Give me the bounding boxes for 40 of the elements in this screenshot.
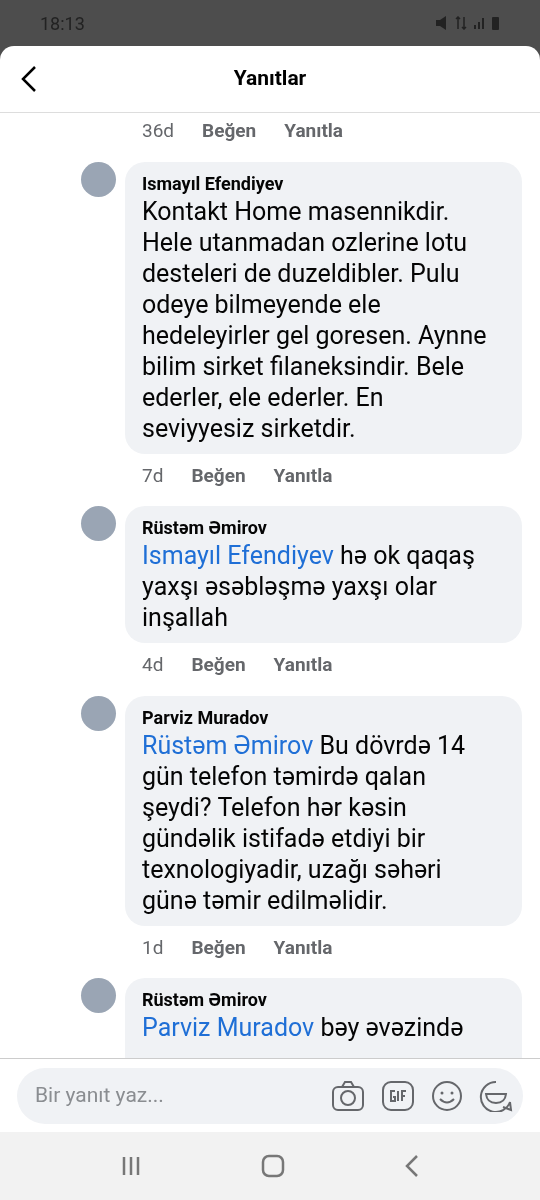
comment-author[interactable]: Rüstəm Əmirov (142, 516, 500, 540)
battery-icon (491, 15, 500, 31)
reply-link[interactable]: Yanıtla (273, 461, 333, 490)
like-link[interactable]: Beğen (202, 117, 257, 146)
reply-link[interactable]: Yanıtla (273, 651, 333, 680)
avatar-placeholder[interactable] (81, 506, 116, 541)
comment-text: Parviz Muradov bəy əvəzində (142, 1012, 465, 1043)
avatar-placeholder[interactable] (81, 695, 116, 731)
back-icon[interactable] (20, 65, 38, 93)
comment-time: 1d (142, 934, 164, 961)
avatar-placeholder[interactable] (81, 978, 116, 1013)
mention-link[interactable]: Ismayıl Efendiyev (142, 541, 334, 570)
comment-author[interactable]: Ismayıl Efendiyev (142, 171, 500, 196)
like-link[interactable]: Beğen (191, 933, 246, 962)
home-icon[interactable] (261, 1154, 285, 1178)
comment-time: 7d (142, 462, 164, 489)
comment-time: 4d (142, 652, 164, 678)
mention-link[interactable]: Rüstəm Əmirov (142, 730, 314, 760)
comment-text: Rüstəm Əmirov Bu dövrdə 14 gün telefon təmirdə qalan şeydi? Telefon hər kəsin gündəlik istifadə etdiyi bir texnologiyadir, uzağı səhəri günə təmir edilməlidir. (142, 729, 467, 916)
comment-time: 36d (142, 118, 175, 144)
gif-icon[interactable] (381, 1079, 415, 1112)
signal-icon (473, 16, 485, 30)
camera-icon[interactable] (331, 1079, 365, 1112)
mention-link[interactable]: Parviz Muradov (142, 1013, 315, 1042)
reply-link[interactable]: Yanıtla (284, 117, 343, 146)
mute-icon (435, 15, 449, 31)
like-link[interactable]: Beğen (191, 461, 246, 490)
reply-field[interactable]: Bir yanıt yaz... (17, 1067, 523, 1124)
reply-input-field[interactable]: Bir yanıt yaz... (35, 1079, 315, 1112)
smiley-icon[interactable] (431, 1079, 463, 1112)
reply-link[interactable]: Yanıtla (273, 933, 333, 962)
network-icon (455, 16, 467, 30)
sticker-icon[interactable] (479, 1079, 513, 1112)
like-link[interactable]: Beğen (191, 651, 246, 680)
comment-text: Kontakt Home masennikdir. Hele utanmadan ozlerine lotu desteleri de duzeldibler. Pulu odeye bilmeyende ele hedeleyirler gel goresen. Aynne bilim sirket filaneksindir. Bele ederler, ele ederler. En seviyyesiz sirketdir. (142, 195, 488, 444)
comment-text: Ismayıl Efendiyev hə ok qaqaş yaxşı əsəbləşmə yaxşı olar inşallah (142, 540, 476, 633)
comment-author[interactable]: Rüstəm Əmirov (142, 988, 500, 1012)
header-title: Yanıtlar (233, 65, 307, 93)
avatar-placeholder[interactable] (81, 161, 116, 197)
comment-author[interactable]: Parviz Muradov (142, 705, 500, 730)
